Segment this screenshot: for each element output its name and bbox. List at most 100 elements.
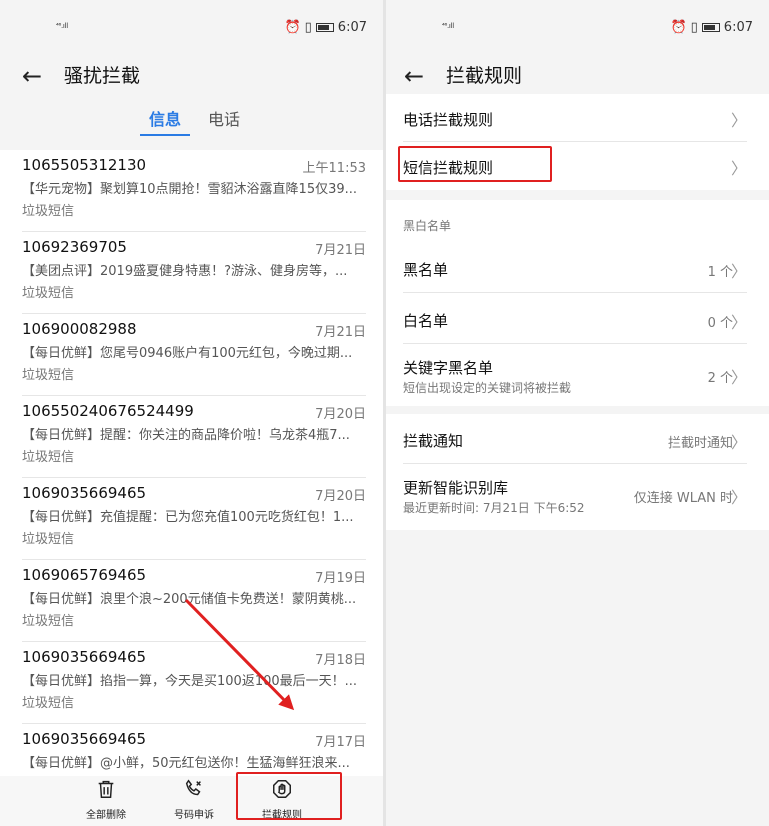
block-rules-label: 拦截规则: [262, 810, 302, 821]
list-item[interactable]: 1069035669465 7月20日 【每日优鲜】充值提醒：已为您充值100元…: [0, 478, 383, 560]
vibrate-icon: ▯: [304, 20, 312, 35]
list-item[interactable]: 10692369705 7月21日 【美团点评】2019盛夏健身特惠！?游泳、健…: [0, 232, 383, 314]
update-library-label: 更新智能识别库: [403, 479, 509, 497]
status-right: ⏰ ▯ 6:07: [670, 20, 753, 35]
message-date: 7月20日: [315, 489, 366, 504]
message-date: 7月21日: [315, 325, 366, 340]
list-item[interactable]: 106900082988 7月21日 【每日优鲜】您尾号0946账户有100元红…: [0, 314, 383, 396]
message-date: 上午11:53: [302, 161, 366, 176]
trash-icon: [98, 780, 114, 798]
list-item[interactable]: 1069035669465 7月17日 【每日优鲜】@小鲜，50元红包送你！生猛…: [0, 724, 383, 776]
sender-number: 106900082988: [22, 320, 137, 338]
whitelist-count: 0 个: [707, 316, 733, 331]
block-notification-value: 拦截时通知: [667, 436, 733, 451]
battery-icon: [315, 23, 334, 32]
last-update-time: 最近更新时间: 7月21日 下午6:52: [403, 501, 585, 515]
message-date: 7月20日: [315, 407, 366, 422]
phone-block-rules-item[interactable]: 电话拦截规则 〉: [386, 94, 769, 142]
signal-indicator: ⁴⁶.ıll: [56, 22, 68, 30]
rules-card: 电话拦截规则 〉 短信拦截规则 〉: [386, 94, 769, 190]
keyword-blacklist-label: 关键字黑名单: [403, 359, 494, 377]
bottom-toolbar: 全部删除 号码申诉 拦截规则: [0, 772, 383, 826]
whitelist-item[interactable]: 白名单 0 个 〉: [386, 293, 769, 344]
chevron-right-icon: 〉: [730, 262, 747, 281]
chevron-right-icon: 〉: [730, 111, 747, 130]
sender-number: 1069065769465: [22, 566, 147, 584]
update-library-item[interactable]: 更新智能识别库 最近更新时间: 7月21日 下午6:52 仅连接 WLAN 时 …: [386, 464, 769, 526]
sender-number: 1069035669465: [22, 648, 147, 666]
message-preview: 【每日优鲜】@小鲜，50元红包送你！生猛海鲜狂浪来...: [22, 756, 350, 771]
block-notification-item[interactable]: 拦截通知 拦截时通知 〉: [386, 414, 769, 464]
chevron-right-icon: 〉: [730, 313, 747, 332]
tab-indicator: [140, 134, 190, 136]
delete-all-button[interactable]: 全部删除: [66, 778, 146, 821]
sender-number: 1069035669465: [22, 484, 147, 502]
block-rules-screen: ⁴⁶.ıll ⏰ ▯ 6:07 ← 拦截规则 电话拦截规则 〉 短信拦截规则 〉…: [386, 0, 769, 826]
number-appeal-label: 号码申诉: [174, 810, 214, 821]
block-notification-label: 拦截通知: [403, 432, 464, 450]
battery-icon: [701, 23, 720, 32]
clock: 6:07: [723, 20, 753, 35]
list-item[interactable]: 1065505312130 上午11:53 【华元宠物】聚划算10点開抢！雪貂沐…: [0, 150, 383, 232]
blacklist-count: 1 个: [707, 265, 733, 280]
spam-tag: 垃圾短信: [22, 532, 75, 547]
keyword-blacklist-description: 短信出现设定的关键词将被拦截: [403, 381, 572, 395]
keyword-blacklist-count: 2 个: [707, 371, 733, 386]
signal-indicator: ⁴⁶.ıll: [442, 22, 454, 30]
back-arrow-icon[interactable]: ←: [22, 64, 42, 88]
message-date: 7月17日: [315, 735, 366, 750]
message-date: 7月19日: [315, 571, 366, 586]
spam-tag: 垃圾短信: [22, 450, 75, 465]
spam-tag: 垃圾短信: [22, 286, 75, 301]
alarm-icon: ⏰: [284, 20, 301, 35]
message-preview: 【每日优鲜】浪里个浪~200元储值卡免费送！蒙阴黄桃...: [22, 592, 357, 607]
clock: 6:07: [337, 20, 367, 35]
spam-tag: 垃圾短信: [22, 696, 75, 711]
sender-number: 106550240676524499: [22, 402, 194, 420]
tab-bar: 信息 电话: [0, 100, 383, 152]
tab-calls[interactable]: 电话: [208, 110, 240, 130]
message-list: 1065505312130 上午11:53 【华元宠物】聚划算10点開抢！雪貂沐…: [0, 150, 383, 776]
list-item[interactable]: 1069065769465 7月19日 【每日优鲜】浪里个浪~200元储值卡免费…: [0, 560, 383, 642]
lists-card: 黑白名单 黑名单 1 个 〉 白名单 0 个 〉 关键字黑名单 短信出现设定的关…: [386, 200, 769, 406]
tab-messages[interactable]: 信息: [149, 110, 181, 130]
sms-block-rules-label: 短信拦截规则: [403, 159, 494, 177]
list-item[interactable]: 1069035669465 7月18日 【每日优鲜】掐指一算，今天是买100返1…: [0, 642, 383, 724]
phone-appeal-icon: [185, 779, 201, 796]
message-preview: 【每日优鲜】充值提醒：已为您充值100元吃货红包！1...: [22, 510, 354, 525]
sender-number: 1065505312130: [22, 156, 147, 174]
message-date: 7月21日: [315, 243, 366, 258]
list-item[interactable]: 106550240676524499 7月20日 【每日优鲜】提醒：你关注的商品…: [0, 396, 383, 478]
message-preview: 【美团点评】2019盛夏健身特惠！?游泳、健身房等，...: [22, 264, 348, 279]
sender-number: 1069035669465: [22, 730, 147, 748]
delete-all-label: 全部删除: [86, 810, 126, 821]
sender-number: 10692369705: [22, 238, 127, 256]
number-appeal-button[interactable]: 号码申诉: [154, 778, 234, 821]
sms-block-rules-item[interactable]: 短信拦截规则 〉: [386, 142, 769, 190]
block-rules-button[interactable]: 拦截规则: [242, 778, 322, 821]
spam-tag: 垃圾短信: [22, 614, 75, 629]
section-label: 黑白名单: [403, 219, 452, 233]
page-title: 骚扰拦截: [64, 65, 141, 87]
blacklist-item[interactable]: 黑名单 1 个 〉: [386, 242, 769, 293]
status-right: ⏰ ▯ 6:07: [284, 20, 367, 35]
chevron-right-icon: 〉: [730, 159, 747, 178]
block-rules-icon: [273, 780, 291, 798]
message-preview: 【每日优鲜】提醒：你关注的商品降价啦！乌龙茶4瓶7...: [22, 428, 350, 443]
phone-block-rules-label: 电话拦截规则: [403, 111, 494, 129]
chevron-right-icon: 〉: [730, 368, 747, 387]
update-condition: 仅连接 WLAN 时: [633, 491, 733, 506]
spam-tag: 垃圾短信: [22, 368, 75, 383]
keyword-blacklist-item[interactable]: 关键字黑名单 短信出现设定的关键词将被拦截 2 个 〉: [386, 344, 769, 406]
back-arrow-icon[interactable]: ←: [404, 64, 424, 88]
whitelist-label: 白名单: [403, 312, 449, 330]
message-preview: 【每日优鲜】掐指一算，今天是买100返100最后一天！...: [22, 674, 358, 689]
blacklist-label: 黑名单: [403, 261, 449, 279]
status-bar: ⁴⁶.ıll ⏰ ▯ 6:07: [386, 0, 769, 60]
chevron-right-icon: 〉: [730, 433, 747, 452]
title-bar: ← 骚扰拦截: [0, 60, 383, 100]
message-preview: 【华元宠物】聚划算10点開抢！雪貂沐浴露直降15仅39...: [22, 182, 358, 197]
message-preview: 【每日优鲜】您尾号0946账户有100元红包，今晚过期...: [22, 346, 353, 361]
message-date: 7月18日: [315, 653, 366, 668]
chevron-right-icon: 〉: [730, 488, 747, 507]
